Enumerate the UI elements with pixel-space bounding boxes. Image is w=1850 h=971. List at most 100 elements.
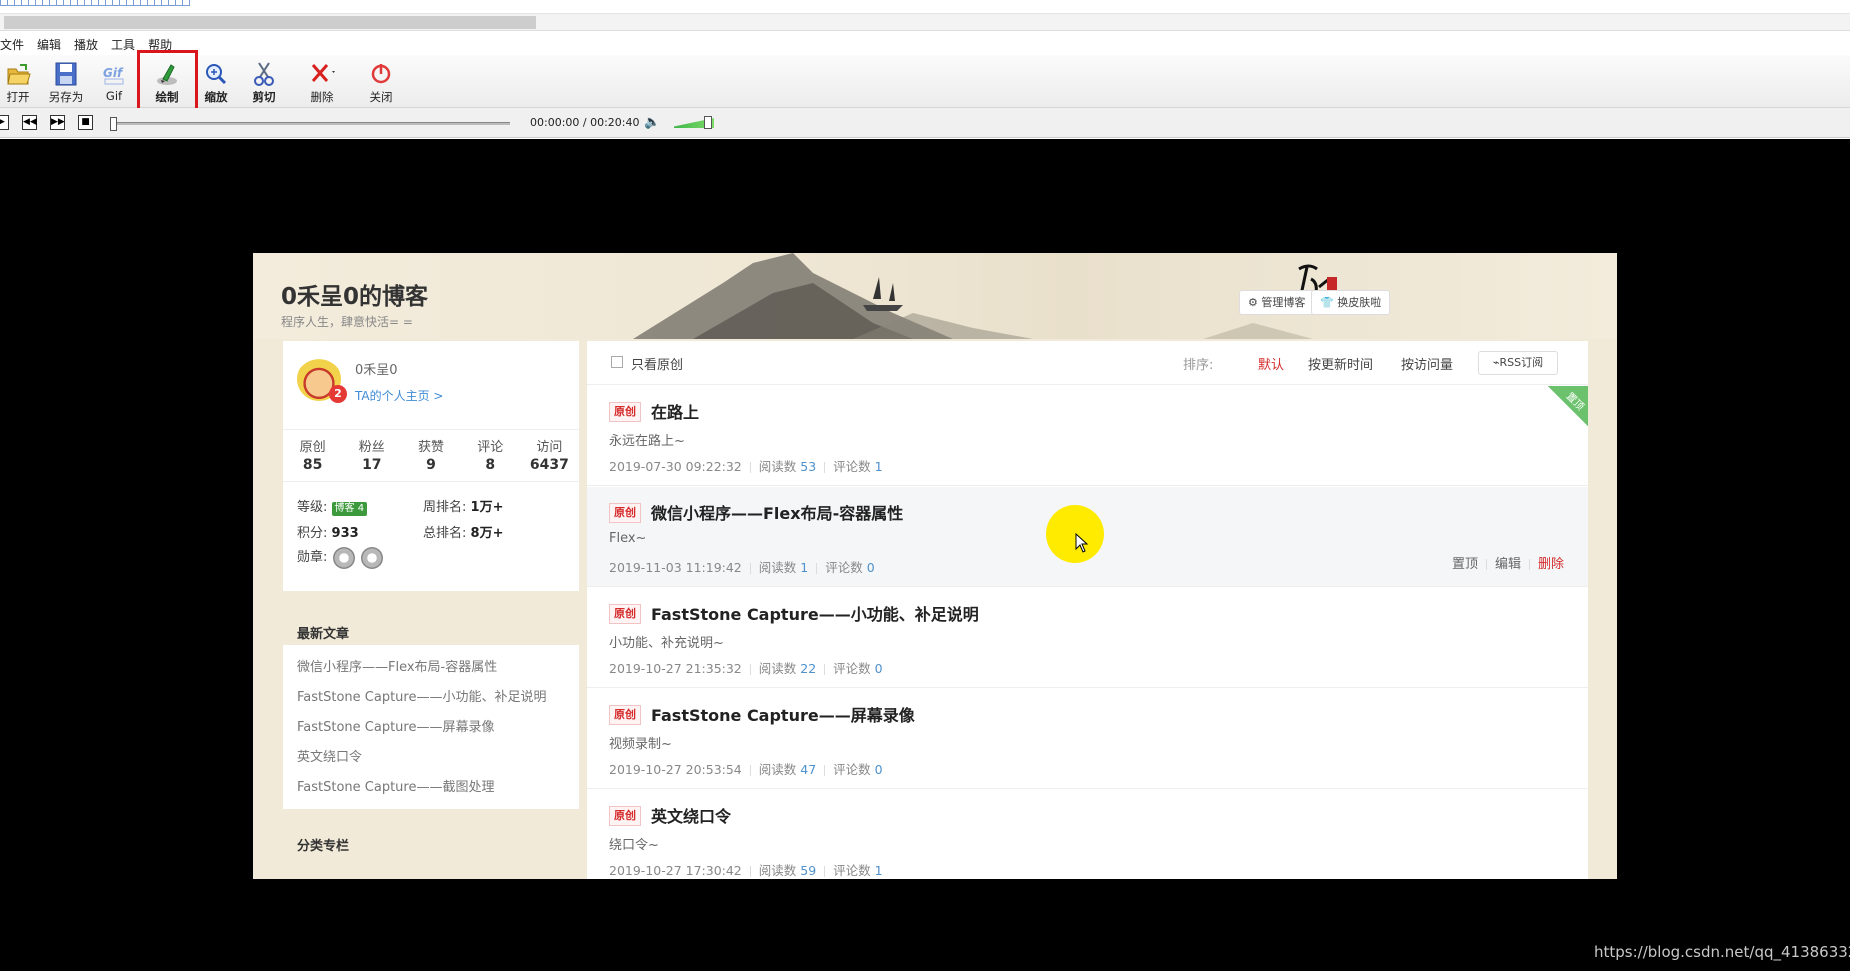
cut-label: 剪切 [252,90,276,104]
manage-blog-label: 管理博客 [1261,296,1306,309]
comments-label: 评论数 [833,459,871,474]
sort-default[interactable]: 默认 [1258,354,1284,373]
article-title[interactable]: 英文绕口令 [651,803,731,827]
only-original-checkbox[interactable] [611,356,623,368]
sort-by-update[interactable]: 按更新时间 [1308,354,1373,373]
article-row[interactable]: 原创 FastStone Capture——小功能、补足说明 小功能、补充说明~… [587,588,1588,688]
play-icon[interactable]: ▶ [0,115,9,130]
stat-original: 原创 85 [283,430,342,473]
reads-label: 阅读数 [758,661,797,676]
pin-top-link[interactable]: 置顶 [1452,557,1478,572]
latest-article-link[interactable]: 英文绕口令 [297,743,565,773]
article-title[interactable]: 微信小程序——Flex布局-容器属性 [651,500,903,524]
seek-track[interactable] [112,122,510,125]
comments-label: 评论数 [833,762,871,777]
open-label: 打开 [6,90,30,104]
step-forward-icon[interactable]: ▶▶ [50,115,65,130]
article-desc: 小功能、补充说明~ [609,636,724,651]
week-rank-label: 周排名: [423,500,467,515]
timecode: 00:00:00 / 00:20:40 [530,116,640,129]
menu-play[interactable]: 播放 [74,36,104,53]
blog-title: 0禾呈0的博客 [281,284,429,310]
edit-link[interactable]: 编辑 [1495,557,1521,572]
timeline-ruler [0,0,190,6]
open-button[interactable]: 打开 [0,59,42,105]
blog-subtitle: 程序人生，肆意快活= = [281,315,413,329]
stat-value: 17 [362,457,382,473]
scrollbar-thumb[interactable] [4,16,536,29]
stat-value: 9 [426,457,436,473]
article-list-panel: 只看原创 排序: 默认 按更新时间 按访问量 ⌁RSS订阅 置顶 原创 在路上 … [587,341,1588,879]
article-ops: 置顶 编辑 删除 [1452,553,1564,572]
profile-card: 2 0禾呈0 TA的个人主页 > 原创 85 粉丝 17 获赞 9 评论 8 访问 643… [283,341,579,481]
article-row[interactable]: 置顶 原创 在路上 永远在路上~ 2019-07-30 09:22:32 阅读数 … [587,386,1588,486]
username[interactable]: 0禾呈0 [355,359,398,378]
latest-article-link[interactable]: 微信小程序——Flex布局-容器属性 [297,653,565,683]
category-heading: 分类专栏 [297,839,350,854]
article-row[interactable]: 原创 英文绕口令 绕口令~ 2019-10-27 17:30:42 阅读数 59 评… [587,790,1588,879]
rss-button[interactable]: ⌁RSS订阅 [1478,351,1558,375]
reads-count: 1 [800,560,809,575]
stat-value: 8 [485,457,496,473]
gif-button[interactable]: Gif Gif [90,59,138,105]
article-meta: 2019-10-27 21:35:32 阅读数 22 评论数 0 [609,658,883,677]
floppy-disk-icon [52,61,80,87]
save-as-button[interactable]: 另存为 [42,59,90,105]
menu-edit[interactable]: 编辑 [37,36,67,53]
comments-count: 0 [874,762,883,777]
medal-icon[interactable] [361,546,384,569]
latest-article-link[interactable]: FastStone Capture——小功能、补足说明 [297,683,565,713]
article-title[interactable]: FastStone Capture——屏幕录像 [651,702,915,726]
comments-count: 1 [874,863,883,878]
stat-fans: 粉丝 17 [342,430,401,473]
reads-label: 阅读数 [758,863,797,878]
stat-likes: 获赞 9 [401,430,460,473]
magnifier-icon [202,61,230,87]
close-button[interactable]: 关闭 [357,59,405,105]
zoom-label: 缩放 [204,90,228,104]
zoom-button[interactable]: 缩放 [192,59,240,105]
screen-recorder-window: 文件 编辑 播放 工具 帮助 打开 另存为 Gif Gif 绘制 缩放 剪切 删… [0,0,1850,971]
speaker-icon[interactable]: 🔈 [644,115,662,131]
manage-blog-button[interactable]: ⚙ 管理博客 [1239,290,1315,315]
latest-article-link[interactable]: FastStone Capture——屏幕录像 [297,713,565,743]
level-row: 等级: 博客 4 [297,496,368,516]
sort-bar: 只看原创 排序: 默认 按更新时间 按访问量 ⌁RSS订阅 [587,341,1588,385]
home-page-link[interactable]: TA的个人主页 > [355,387,443,404]
change-skin-button[interactable]: 👕 换皮肤啦 [1311,290,1391,315]
menu-file[interactable]: 文件 [0,36,30,53]
stat-label: 访问 [536,440,563,455]
medal-icon[interactable] [333,546,356,569]
delete-button[interactable]: 删除 [298,59,346,105]
delete-label: 删除 [310,90,334,104]
svg-text:Gif: Gif [103,66,124,80]
stat-label: 粉丝 [358,440,385,455]
only-original-label[interactable]: 只看原创 [631,354,683,373]
stop-icon[interactable]: ■ [78,115,93,130]
change-skin-label: 换皮肤啦 [1337,296,1382,309]
total-rank-row: 总排名: 8万+ [423,522,503,541]
article-desc: 视频录制~ [609,737,672,752]
ranking-card: 等级: 博客 4 周排名: 1万+ 积分: 933 总排名: 8万+ 勋章: [283,481,579,591]
article-row[interactable]: 原创 FastStone Capture——屏幕录像 视频录制~ 2019-10… [587,689,1588,789]
stat-value: 6437 [529,457,569,473]
article-title[interactable]: FastStone Capture——小功能、补足说明 [651,601,979,625]
reads-label: 阅读数 [758,762,797,777]
seek-slider[interactable] [110,117,117,131]
stat-label: 评论 [477,440,504,455]
horizontal-scrollbar[interactable] [0,14,1850,31]
top-strip [0,0,1850,14]
cut-button[interactable]: 剪切 [240,59,288,105]
level-badge: 博客 4 [331,502,368,516]
medal-label: 勋章: [297,550,328,565]
volume-knob[interactable] [704,116,712,129]
article-date: 2019-10-27 20:53:54 [609,762,742,777]
sort-by-visits[interactable]: 按访问量 [1401,354,1453,373]
week-rank-row: 周排名: 1万+ [423,496,503,515]
delete-link[interactable]: 删除 [1538,557,1564,572]
avatar-badge: 2 [329,385,347,403]
article-title[interactable]: 在路上 [651,399,699,423]
latest-article-link[interactable]: FastStone Capture——截图处理 [297,773,565,803]
step-back-icon[interactable]: ◀◀ [22,115,37,130]
stat-label: 原创 [299,440,326,455]
